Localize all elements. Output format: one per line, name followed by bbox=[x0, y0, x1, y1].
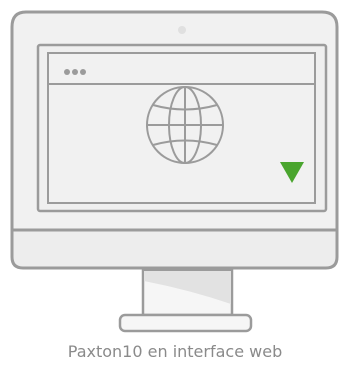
monitor-illustration bbox=[10, 10, 339, 333]
browser-window-inner bbox=[47, 52, 316, 204]
monitor-chin bbox=[10, 228, 339, 270]
window-controls-icon bbox=[64, 69, 86, 75]
stand-base bbox=[118, 313, 253, 333]
webcam-icon bbox=[178, 26, 186, 34]
globe-icon bbox=[146, 86, 224, 164]
page: Paxton10 en interface web bbox=[0, 0, 350, 370]
caption-text: Paxton10 en interface web bbox=[67, 342, 283, 361]
